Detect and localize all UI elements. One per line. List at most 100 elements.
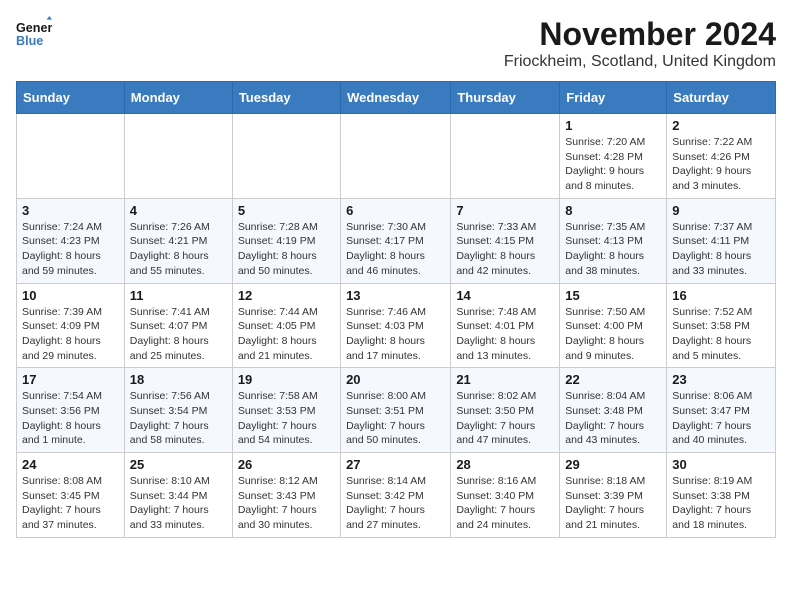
day-number: 26 [238, 457, 335, 472]
calendar-week-4: 24 Sunrise: 8:08 AM Sunset: 3:45 PM Dayli… [17, 453, 776, 538]
calendar-week-3: 17 Sunrise: 7:54 AM Sunset: 3:56 PM Dayli… [17, 368, 776, 453]
day-info: Sunrise: 7:26 AM Sunset: 4:21 PM Dayligh… [130, 220, 227, 279]
day-number: 28 [456, 457, 554, 472]
day-info: Sunrise: 7:33 AM Sunset: 4:15 PM Dayligh… [456, 220, 554, 279]
calendar-cell: 30 Sunrise: 8:19 AM Sunset: 3:38 PM Dayli… [667, 453, 776, 538]
day-number: 15 [565, 288, 661, 303]
day-number: 30 [672, 457, 770, 472]
day-number: 5 [238, 203, 335, 218]
calendar-cell: 8 Sunrise: 7:35 AM Sunset: 4:13 PM Daylig… [560, 198, 667, 283]
calendar-cell: 11Sunrise: 7:41 AM Sunset: 4:07 PM Dayli… [124, 283, 232, 368]
header-monday: Monday [124, 82, 232, 114]
calendar-cell: 28 Sunrise: 8:16 AM Sunset: 3:40 PM Dayli… [451, 453, 560, 538]
day-number: 4 [130, 203, 227, 218]
day-info: Sunrise: 7:58 AM Sunset: 3:53 PM Dayligh… [238, 389, 335, 448]
logo-icon: GeneralBlue [16, 16, 52, 52]
calendar-cell: 24 Sunrise: 8:08 AM Sunset: 3:45 PM Dayli… [17, 453, 125, 538]
calendar-cell [341, 114, 451, 199]
day-info: Sunrise: 8:18 AM Sunset: 3:39 PM Dayligh… [565, 474, 661, 533]
day-number: 6 [346, 203, 445, 218]
day-info: Sunrise: 8:19 AM Sunset: 3:38 PM Dayligh… [672, 474, 770, 533]
day-number: 11 [130, 288, 227, 303]
day-number: 29 [565, 457, 661, 472]
day-info: Sunrise: 8:14 AM Sunset: 3:42 PM Dayligh… [346, 474, 445, 533]
day-number: 20 [346, 372, 445, 387]
calendar-cell: 26 Sunrise: 8:12 AM Sunset: 3:43 PM Dayli… [232, 453, 340, 538]
calendar-cell: 3Sunrise: 7:24 AM Sunset: 4:23 PM Daylig… [17, 198, 125, 283]
day-info: Sunrise: 8:12 AM Sunset: 3:43 PM Dayligh… [238, 474, 335, 533]
calendar-cell: 22 Sunrise: 8:04 AM Sunset: 3:48 PM Dayli… [560, 368, 667, 453]
day-info: Sunrise: 7:56 AM Sunset: 3:54 PM Dayligh… [130, 389, 227, 448]
day-number: 10 [22, 288, 119, 303]
day-info: Sunrise: 8:08 AM Sunset: 3:45 PM Dayligh… [22, 474, 119, 533]
calendar-cell: 1 Sunrise: 7:20 AM Sunset: 4:28 PM Daylig… [560, 114, 667, 199]
calendar-week-2: 10 Sunrise: 7:39 AM Sunset: 4:09 PM Dayli… [17, 283, 776, 368]
calendar-cell: 17 Sunrise: 7:54 AM Sunset: 3:56 PM Dayli… [17, 368, 125, 453]
day-number: 22 [565, 372, 661, 387]
month-title: November 2024 [504, 16, 776, 53]
day-number: 25 [130, 457, 227, 472]
day-number: 23 [672, 372, 770, 387]
calendar-cell [451, 114, 560, 199]
location-title: Friockheim, Scotland, United Kingdom [504, 53, 776, 71]
calendar-cell: 2Sunrise: 7:22 AM Sunset: 4:26 PM Daylig… [667, 114, 776, 199]
calendar-cell: 16 Sunrise: 7:52 AM Sunset: 3:58 PM Dayli… [667, 283, 776, 368]
day-number: 24 [22, 457, 119, 472]
day-number: 19 [238, 372, 335, 387]
day-info: Sunrise: 8:16 AM Sunset: 3:40 PM Dayligh… [456, 474, 554, 533]
title-area: November 2024 Friockheim, Scotland, Unit… [504, 16, 776, 71]
day-info: Sunrise: 7:54 AM Sunset: 3:56 PM Dayligh… [22, 389, 119, 448]
day-info: Sunrise: 7:37 AM Sunset: 4:11 PM Dayligh… [672, 220, 770, 279]
calendar-cell: 23Sunrise: 8:06 AM Sunset: 3:47 PM Dayli… [667, 368, 776, 453]
day-number: 1 [565, 118, 661, 133]
calendar-cell: 7 Sunrise: 7:33 AM Sunset: 4:15 PM Daylig… [451, 198, 560, 283]
day-number: 8 [565, 203, 661, 218]
header-friday: Friday [560, 82, 667, 114]
calendar-cell: 6 Sunrise: 7:30 AM Sunset: 4:17 PM Daylig… [341, 198, 451, 283]
day-number: 12 [238, 288, 335, 303]
day-info: Sunrise: 7:52 AM Sunset: 3:58 PM Dayligh… [672, 305, 770, 364]
calendar-cell: 19 Sunrise: 7:58 AM Sunset: 3:53 PM Dayli… [232, 368, 340, 453]
header-thursday: Thursday [451, 82, 560, 114]
calendar-cell: 27 Sunrise: 8:14 AM Sunset: 3:42 PM Dayli… [341, 453, 451, 538]
day-number: 7 [456, 203, 554, 218]
day-number: 18 [130, 372, 227, 387]
calendar-cell: 4 Sunrise: 7:26 AM Sunset: 4:21 PM Daylig… [124, 198, 232, 283]
day-info: Sunrise: 7:28 AM Sunset: 4:19 PM Dayligh… [238, 220, 335, 279]
calendar-cell: 12 Sunrise: 7:44 AM Sunset: 4:05 PM Dayli… [232, 283, 340, 368]
header-wednesday: Wednesday [341, 82, 451, 114]
calendar-cell: 10 Sunrise: 7:39 AM Sunset: 4:09 PM Dayli… [17, 283, 125, 368]
day-number: 3 [22, 203, 119, 218]
logo: GeneralBlue [16, 16, 52, 52]
day-info: Sunrise: 7:35 AM Sunset: 4:13 PM Dayligh… [565, 220, 661, 279]
day-number: 17 [22, 372, 119, 387]
day-info: Sunrise: 7:20 AM Sunset: 4:28 PM Dayligh… [565, 135, 661, 194]
day-number: 14 [456, 288, 554, 303]
calendar-header-row: SundayMondayTuesdayWednesdayThursdayFrid… [17, 82, 776, 114]
day-info: Sunrise: 7:22 AM Sunset: 4:26 PM Dayligh… [672, 135, 770, 194]
calendar-cell: 15Sunrise: 7:50 AM Sunset: 4:00 PM Dayli… [560, 283, 667, 368]
calendar-cell: 13 Sunrise: 7:46 AM Sunset: 4:03 PM Dayli… [341, 283, 451, 368]
calendar-table: SundayMondayTuesdayWednesdayThursdayFrid… [16, 81, 776, 538]
svg-text:Blue: Blue [16, 34, 43, 48]
calendar-cell: 18 Sunrise: 7:56 AM Sunset: 3:54 PM Dayli… [124, 368, 232, 453]
calendar-cell [124, 114, 232, 199]
header-tuesday: Tuesday [232, 82, 340, 114]
day-number: 16 [672, 288, 770, 303]
calendar-cell: 5 Sunrise: 7:28 AM Sunset: 4:19 PM Daylig… [232, 198, 340, 283]
calendar-cell: 25Sunrise: 8:10 AM Sunset: 3:44 PM Dayli… [124, 453, 232, 538]
day-number: 27 [346, 457, 445, 472]
day-info: Sunrise: 8:04 AM Sunset: 3:48 PM Dayligh… [565, 389, 661, 448]
day-number: 9 [672, 203, 770, 218]
day-info: Sunrise: 7:46 AM Sunset: 4:03 PM Dayligh… [346, 305, 445, 364]
day-info: Sunrise: 7:30 AM Sunset: 4:17 PM Dayligh… [346, 220, 445, 279]
calendar-cell [232, 114, 340, 199]
day-number: 21 [456, 372, 554, 387]
day-info: Sunrise: 7:48 AM Sunset: 4:01 PM Dayligh… [456, 305, 554, 364]
calendar-week-0: 1 Sunrise: 7:20 AM Sunset: 4:28 PM Daylig… [17, 114, 776, 199]
calendar-cell: 21Sunrise: 8:02 AM Sunset: 3:50 PM Dayli… [451, 368, 560, 453]
day-number: 13 [346, 288, 445, 303]
day-info: Sunrise: 7:44 AM Sunset: 4:05 PM Dayligh… [238, 305, 335, 364]
calendar-cell: 9 Sunrise: 7:37 AM Sunset: 4:11 PM Daylig… [667, 198, 776, 283]
day-info: Sunrise: 7:39 AM Sunset: 4:09 PM Dayligh… [22, 305, 119, 364]
